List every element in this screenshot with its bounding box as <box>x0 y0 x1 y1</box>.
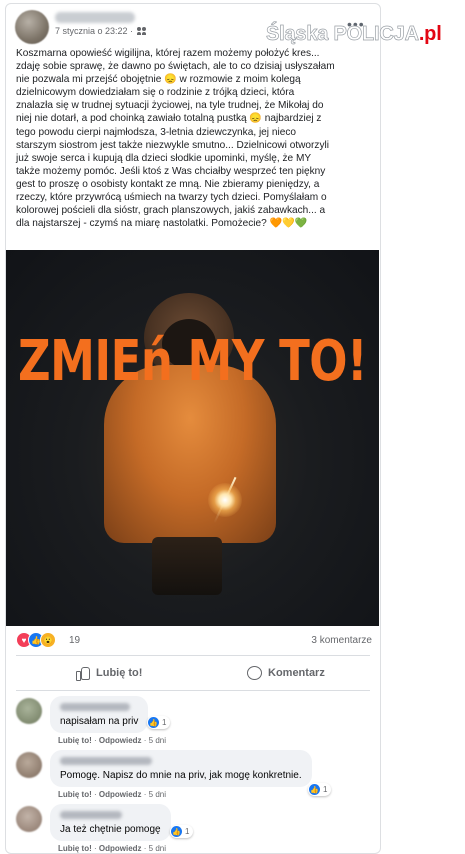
friends-audience-icon <box>137 27 147 35</box>
author-avatar[interactable] <box>15 10 49 44</box>
reaction-count[interactable]: 19 <box>69 635 80 646</box>
comment-actions: Lubię to! · Odpowiedz · 5 dni <box>58 790 167 799</box>
commenter-name-blurred[interactable] <box>60 703 130 711</box>
comment-like-badge[interactable]: 👍 1 <box>170 825 194 838</box>
comment-actions: Lubię to! · Odpowiedz · 5 dni <box>58 736 167 745</box>
commenter-name-blurred[interactable] <box>60 757 152 765</box>
comment-text: napisałam na priv <box>60 716 139 727</box>
divider <box>16 690 370 691</box>
watermark-main: Śląska POLICJA <box>266 23 420 46</box>
comment-like-count: 1 <box>162 718 167 727</box>
facebook-post-card: 7 stycznia o 23:22 · ••• Koszmarna opowi… <box>5 3 381 854</box>
comment-bubble: Pomogę. Napisz do mnie na priv, jak mogę… <box>50 750 312 787</box>
comment-text: Ja też chętnie pomogę <box>60 824 161 835</box>
post-text: Koszmarna opowieść wigilijna, której raz… <box>16 48 335 230</box>
watermark-logo: Śląska POLICJA.pl <box>266 23 442 46</box>
author-name-blurred[interactable] <box>55 12 135 23</box>
reactions-bar: ♥ 👍 😮 19 3 komentarze <box>16 629 372 651</box>
reaction-icons[interactable]: ♥ 👍 😮 <box>16 632 56 648</box>
commenter-avatar[interactable] <box>16 698 42 724</box>
comment-text: Pomogę. Napisz do mnie na priv, jak mogę… <box>60 770 302 781</box>
like-badge-icon: 👍 <box>148 717 159 728</box>
commenter-avatar[interactable] <box>16 806 42 832</box>
like-badge-icon: 👍 <box>171 826 182 837</box>
comment-reply-link[interactable]: Odpowiedz <box>99 736 142 745</box>
comments-count[interactable]: 3 komentarze <box>311 635 372 646</box>
post-actions: Lubię to! Komentarz <box>16 656 370 689</box>
wow-reaction-icon: 😮 <box>40 632 56 648</box>
like-button-label: Lubię to! <box>96 666 143 679</box>
comment-like-badge[interactable]: 👍 1 <box>147 716 171 729</box>
child-legs <box>152 537 222 595</box>
comment-reply-link[interactable]: Odpowiedz <box>99 790 142 799</box>
post-image[interactable]: ZMIEń MY TO! <box>6 250 379 626</box>
thumbs-up-icon <box>76 666 90 681</box>
comment-bubble: napisałam na priv <box>50 696 149 733</box>
comment-like-count: 1 <box>323 785 328 794</box>
comment-age[interactable]: 5 dni <box>149 790 166 799</box>
comment-button-label: Komentarz <box>268 666 325 679</box>
watermark-suffix: .pl <box>418 23 442 45</box>
comment-age[interactable]: 5 dni <box>149 736 166 745</box>
comment-like-link[interactable]: Lubię to! <box>58 736 92 745</box>
comment-like-badge[interactable]: 👍 1 <box>308 783 332 796</box>
comment-bubble-icon <box>247 665 262 680</box>
comment-bubble: Ja też chętnie pomogę <box>50 804 171 841</box>
comment-like-count: 1 <box>185 827 190 836</box>
image-slogan: ZMIEń MY TO! <box>17 327 368 394</box>
post-timestamp[interactable]: 7 stycznia o 23:22 · <box>55 26 133 36</box>
like-badge-icon: 👍 <box>309 784 320 795</box>
commenter-avatar[interactable] <box>16 752 42 778</box>
post-meta: 7 stycznia o 23:22 · <box>55 26 147 36</box>
sparkler-glow <box>208 483 242 517</box>
comment-like-link[interactable]: Lubię to! <box>58 790 92 799</box>
commenter-name-blurred[interactable] <box>60 811 122 819</box>
like-button[interactable]: Lubię to! <box>76 656 142 689</box>
comment-button[interactable]: Komentarz <box>247 656 325 689</box>
page-background: 7 stycznia o 23:22 · ••• Koszmarna opowi… <box>0 0 465 854</box>
